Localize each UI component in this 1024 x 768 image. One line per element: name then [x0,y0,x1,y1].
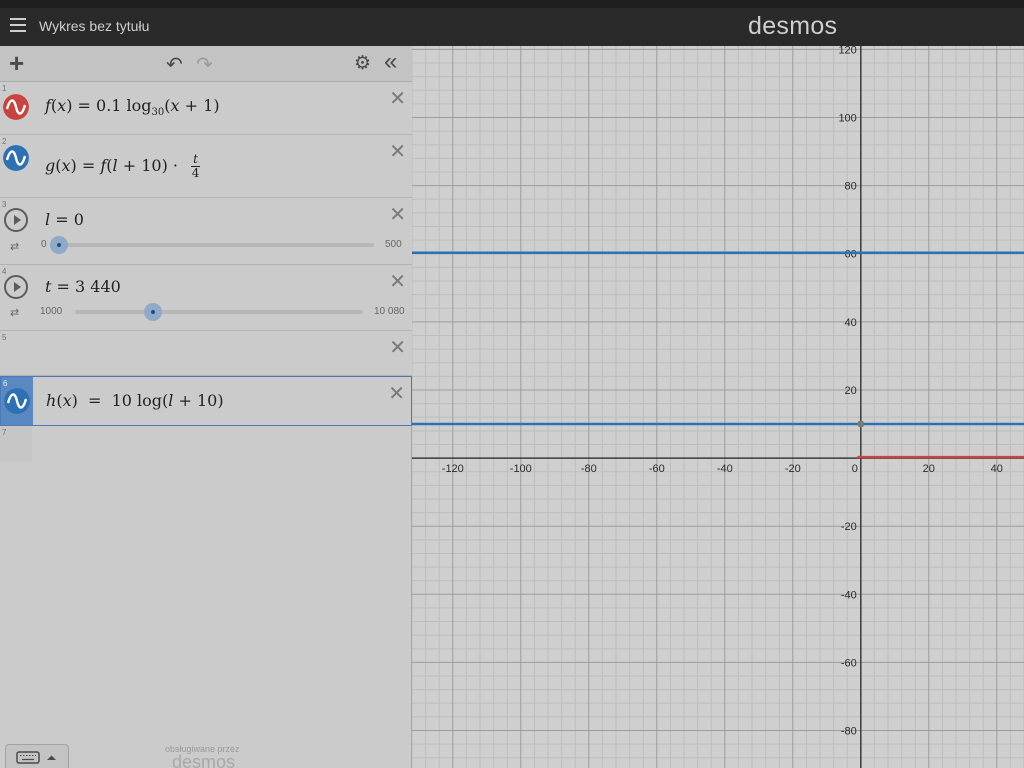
x-tick-label: -100 [510,463,532,475]
graph-paper[interactable]: -120 -100 -80 -60 -40 -20 0 20 40 120 100 80 60 40 20 -… [412,46,1024,768]
y-tick-label: 80 [845,181,857,193]
expression-number: 7 [2,428,7,437]
expression-gutter: 4 ⇄ [0,265,32,330]
keyboard-icon [16,751,56,764]
expression-gutter: 5 [0,331,32,375]
expression-math[interactable]: h(x) = 10 log(l + 10) [46,391,224,410]
y-tick-label: 20 [845,385,857,397]
slider-variable-name: t [45,277,52,296]
y-tick-label: -60 [841,657,857,669]
play-icon[interactable] [4,275,28,299]
expression-gutter: 6 [1,377,33,425]
expression-row-3[interactable]: 3 ⇄ l = 0 0 500 ✕ [0,198,412,265]
delete-expression-icon[interactable]: ✕ [389,202,406,227]
y-tick-label: 100 [838,113,856,125]
expression-row-5[interactable]: 5 ✕ [0,331,412,376]
x-tick-label: -40 [717,463,733,475]
slider-direction-icon[interactable]: ⇄ [10,240,19,253]
delete-expression-icon[interactable]: ✕ [389,335,406,360]
powered-by-logo[interactable]: desmos [172,752,235,768]
slider-thumb[interactable] [50,236,68,254]
slider-value: 0 [73,210,84,229]
y-tick-label: 40 [845,317,857,329]
expression-row-6[interactable]: 6 h(x) = 10 log(l + 10) ✕ [0,376,412,426]
x-tick-label: -20 [785,463,801,475]
intercept-point [857,420,865,428]
graph-title[interactable]: Wykres bez tytułu [39,18,149,34]
y-tick-label: 120 [838,46,856,56]
slider-value: 3 440 [75,277,121,296]
slider-variable[interactable]: l = 0 [45,210,84,229]
expression-gutter: 2 [0,135,32,197]
curve-color-icon[interactable] [3,145,29,171]
slider-max[interactable]: 500 [385,239,402,250]
gear-icon[interactable]: ⚙ [354,52,371,75]
slider-min[interactable]: 1000 [40,306,62,317]
double-chevron-left-icon[interactable]: « [384,48,397,76]
x-tick-label: -80 [581,463,597,475]
loop-icon[interactable]: ⇄ [10,306,19,319]
delete-expression-icon[interactable]: ✕ [389,139,406,164]
x-tick-label: 40 [991,463,1003,475]
expression-math[interactable]: g(x) = f(l + 10) · t 4 [45,153,200,180]
x-tick-label: 0 [852,463,858,475]
graph-background [412,46,1024,768]
slider-variable[interactable]: t = 3 440 [45,277,121,296]
menu-icon[interactable] [10,18,26,32]
slider-thumb[interactable] [143,303,162,321]
undo-icon[interactable]: ↶ [166,52,183,77]
keyboard-toggle-button[interactable] [5,744,69,768]
y-tick-label: -20 [841,521,857,533]
expression-number: 5 [2,333,7,342]
expression-number: 6 [3,379,8,388]
graph-canvas[interactable]: -120 -100 -80 -60 -40 -20 0 20 40 120 100 80 60 40 20 -… [412,46,1024,768]
expression-toolbar: + ↶ ↷ ⚙ « [0,46,412,82]
x-tick-label: -120 [442,463,464,475]
play-icon[interactable] [4,208,28,232]
expression-number: 4 [2,267,7,276]
expression-row-7[interactable]: 7 [0,426,32,462]
y-tick-label: -80 [841,726,857,738]
y-tick-label: -40 [841,589,857,601]
curve-color-icon[interactable] [3,94,29,120]
delete-expression-icon[interactable]: ✕ [389,86,406,111]
delete-expression-icon[interactable]: ✕ [388,381,405,406]
top-bar: Wykres bez tytułu desmos [0,8,1024,46]
slider-variable-name: l [45,210,51,229]
slider-min[interactable]: 0 [41,239,47,250]
expression-row-4[interactable]: 4 ⇄ t = 3 440 1000 10 080 ✕ [0,265,412,331]
expression-number: 2 [2,137,7,146]
expression-gutter: 3 ⇄ [0,198,32,264]
delete-expression-icon[interactable]: ✕ [389,269,406,294]
expression-number: 3 [2,200,7,209]
expression-row-2[interactable]: 2 g(x) = f(l + 10) · t 4 ✕ [0,135,412,198]
expression-row-1[interactable]: 1 f(x) = 0.1 log30(x + 1) ✕ [0,82,412,135]
expression-gutter: 1 [0,82,32,134]
slider-max[interactable]: 10 080 [374,306,405,317]
y-tick-label: 60 [845,249,857,261]
x-tick-label: 20 [923,463,935,475]
slider-track[interactable] [75,310,363,314]
desmos-logo: desmos [748,12,838,40]
x-tick-label: -60 [649,463,665,475]
slider-track[interactable] [54,243,374,247]
expression-panel: + ↶ ↷ ⚙ « 1 f(x) = 0.1 log30(x + 1) ✕ 2 [0,46,412,768]
redo-icon[interactable]: ↷ [196,52,213,77]
plus-icon[interactable]: + [9,50,24,76]
curve-color-icon[interactable] [4,388,30,414]
expression-number: 1 [2,84,7,93]
expression-math[interactable]: f(x) = 0.1 log30(x + 1) [45,96,220,118]
window-top-strip [0,0,1024,8]
